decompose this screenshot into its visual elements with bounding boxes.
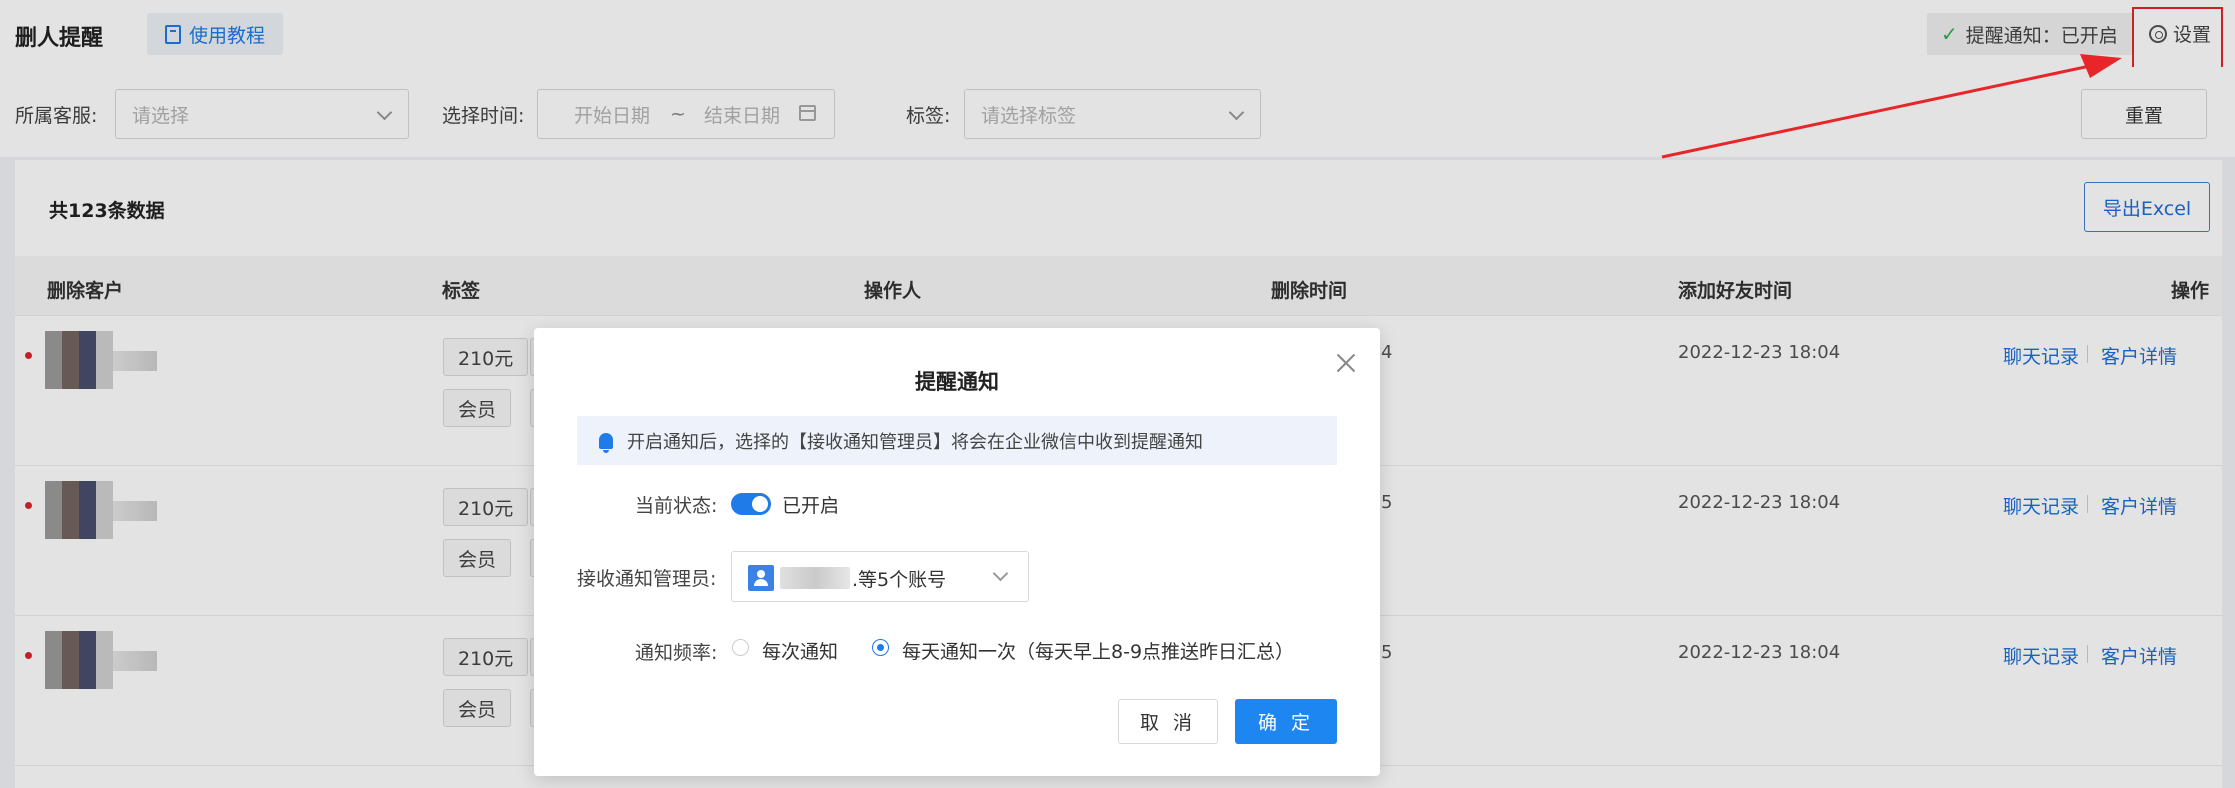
cancel-button[interactable]: 取 消	[1118, 699, 1218, 744]
notify-toggle[interactable]	[731, 493, 771, 515]
admin-select[interactable]: .等5个账号	[731, 551, 1029, 602]
radio-every-time[interactable]	[732, 639, 749, 656]
frequency-label: 通知频率:	[635, 642, 718, 664]
notify-settings-dialog: 提醒通知 开启通知后，选择的【接收通知管理员】将会在企业微信中收到提醒通知 当前…	[534, 328, 1380, 776]
toggle-state-text: 已开启	[782, 495, 840, 517]
radio-daily-label[interactable]: 每天通知一次（每天早上8-9点推送昨日汇总）	[902, 637, 1294, 664]
close-icon[interactable]	[1335, 352, 1357, 374]
radio-every-time-label[interactable]: 每次通知	[762, 637, 838, 664]
chevron-down-icon	[992, 565, 1009, 582]
admin-name-blurred	[780, 567, 850, 589]
info-text: 开启通知后，选择的【接收通知管理员】将会在企业微信中收到提醒通知	[627, 431, 1203, 453]
dialog-title: 提醒通知	[915, 370, 999, 394]
admin-label: 接收通知管理员:	[577, 568, 717, 590]
radio-daily[interactable]	[872, 639, 889, 656]
status-label: 当前状态:	[635, 495, 718, 517]
bell-icon	[599, 432, 613, 453]
user-icon	[748, 565, 774, 591]
info-banner: 开启通知后，选择的【接收通知管理员】将会在企业微信中收到提醒通知	[577, 416, 1337, 465]
admin-value: .等5个账号	[852, 569, 947, 591]
confirm-button[interactable]: 确 定	[1235, 699, 1337, 744]
